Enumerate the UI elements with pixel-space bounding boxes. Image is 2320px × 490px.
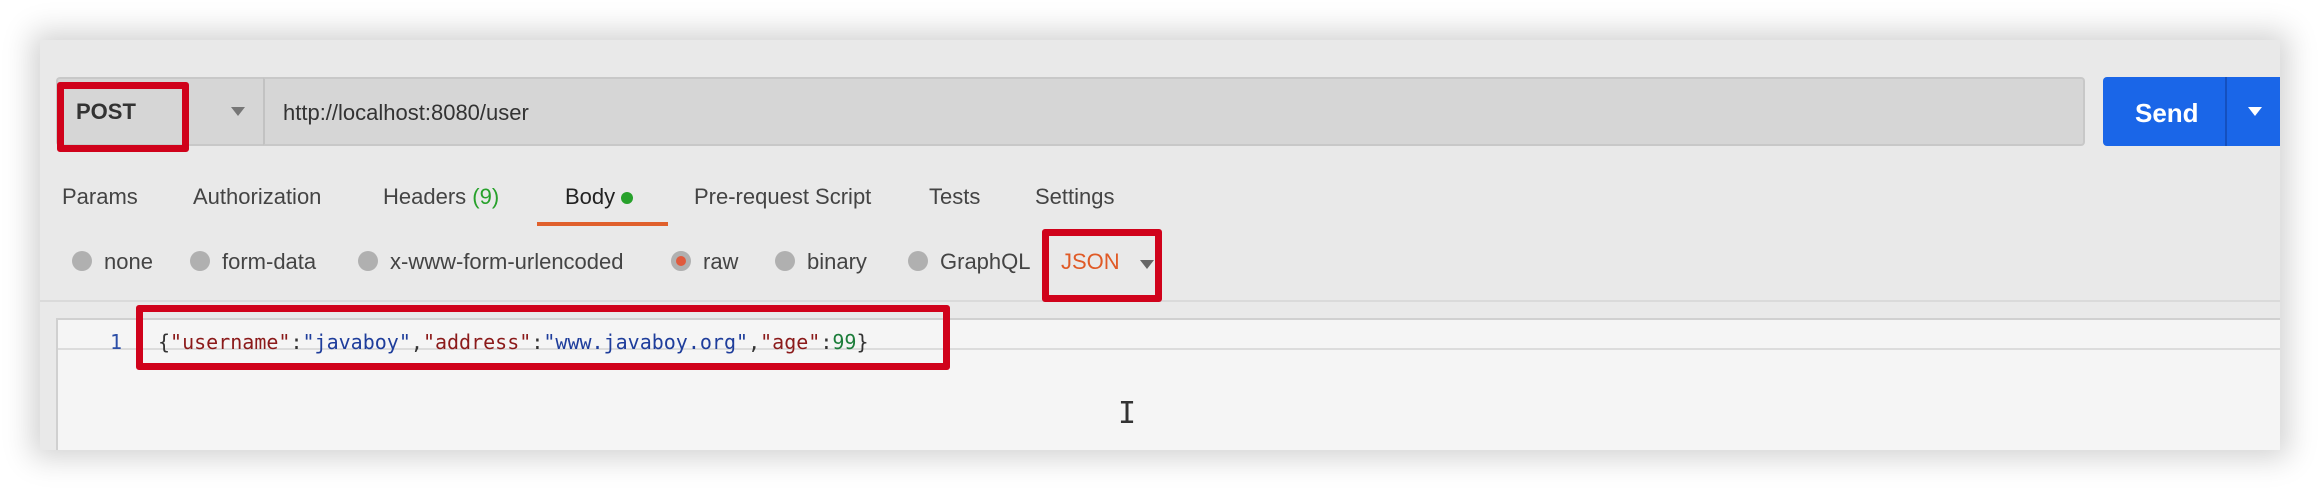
tab-pre-request-script[interactable]: Pre-request Script — [694, 184, 871, 210]
radio-label: x-www-form-urlencoded — [390, 249, 624, 274]
radio-binary[interactable]: binary — [775, 249, 867, 279]
tab-label: Pre-request Script — [694, 184, 872, 209]
tab-label: Settings — [1035, 184, 1115, 209]
radio-label: form-data — [222, 249, 317, 274]
radio-label: none — [104, 249, 153, 274]
radio-raw[interactable]: raw — [671, 249, 738, 279]
tab-label: Tests — [929, 184, 981, 209]
radio-icon — [775, 251, 795, 272]
body-modified-dot — [621, 192, 634, 205]
tab-label: Params — [62, 184, 138, 209]
chevron-down-icon — [231, 107, 245, 116]
tab-body[interactable]: Body — [565, 184, 634, 210]
active-tab-underline — [537, 222, 668, 226]
url-text: http://localhost:8080/user — [283, 100, 529, 125]
tab-label: Body — [565, 184, 616, 209]
radio-icon — [908, 251, 928, 272]
radio-graphql[interactable]: GraphQL — [908, 249, 1031, 279]
radio-checked-icon — [671, 251, 691, 272]
tab-label: Authorization — [193, 184, 322, 209]
tab-settings[interactable]: Settings — [1035, 184, 1115, 210]
radio-x-www-form-urlencoded[interactable]: x-www-form-urlencoded — [358, 249, 624, 279]
tab-label: Headers — [383, 184, 467, 209]
radio-none[interactable]: none — [72, 249, 153, 279]
tab-tests[interactable]: Tests — [929, 184, 980, 210]
text-cursor-icon: I — [1118, 396, 1137, 431]
send-button[interactable]: Send — [2103, 77, 2280, 146]
headers-count: (9) — [472, 184, 500, 209]
radio-label: raw — [703, 249, 739, 274]
line-number: 1 — [110, 330, 123, 354]
send-divider — [2225, 77, 2227, 146]
highlight-format — [1042, 229, 1162, 302]
radio-icon — [72, 251, 92, 272]
send-options-chevron-icon[interactable] — [2248, 107, 2262, 116]
url-input[interactable]: http://localhost:8080/user — [263, 77, 2085, 146]
radio-label: binary — [807, 249, 867, 274]
tab-headers[interactable]: Headers (9) — [383, 184, 499, 210]
highlight-json-body — [136, 305, 950, 370]
radio-icon — [190, 251, 210, 272]
tab-params[interactable]: Params — [62, 184, 138, 210]
radio-form-data[interactable]: form-data — [190, 249, 316, 279]
radio-icon — [358, 251, 378, 272]
radio-label: GraphQL — [940, 249, 1031, 274]
highlight-method — [57, 82, 189, 152]
tab-authorization[interactable]: Authorization — [193, 184, 321, 210]
send-label: Send — [2135, 98, 2199, 128]
